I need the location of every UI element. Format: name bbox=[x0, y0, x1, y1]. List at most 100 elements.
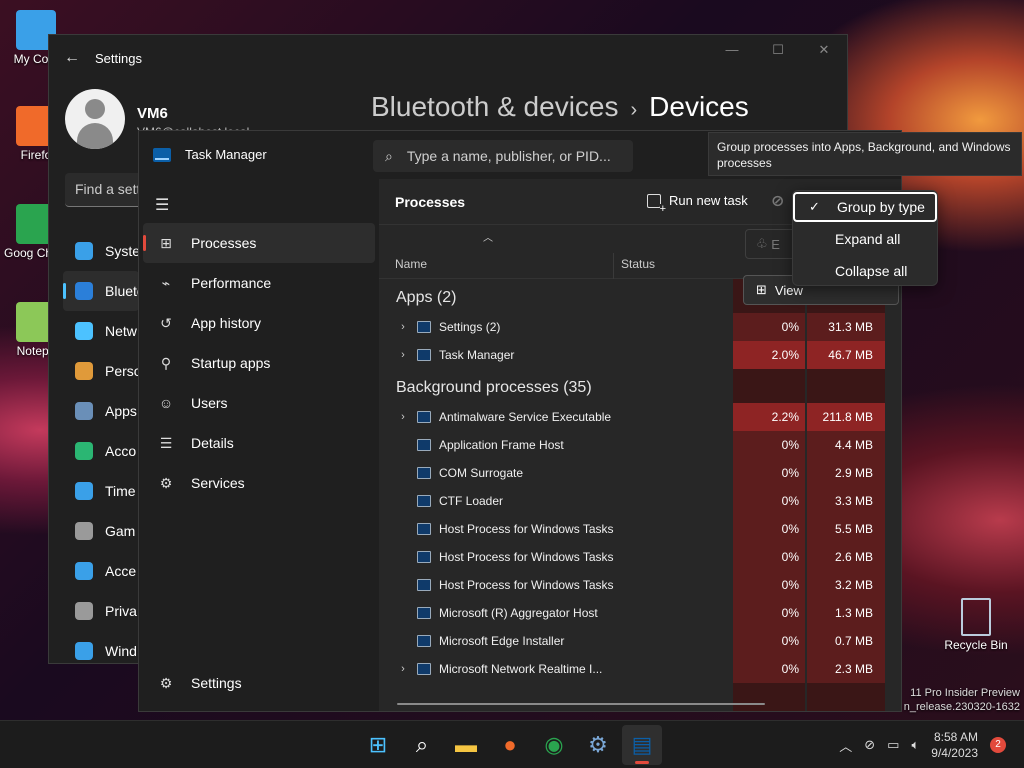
settings-icon: ⚙ bbox=[588, 732, 608, 757]
settings-nav-item[interactable]: Acce bbox=[63, 551, 139, 591]
chevron-right-icon[interactable]: › bbox=[393, 321, 413, 333]
taskbar-app[interactable]: ▤ bbox=[622, 725, 662, 765]
chevron-right-icon[interactable]: › bbox=[393, 411, 413, 423]
efficiency-label: E bbox=[771, 236, 780, 252]
tm-nav-label: Users bbox=[191, 395, 228, 411]
column-name[interactable]: Name bbox=[395, 257, 427, 271]
taskbar: ⊞ ⌕ ▬ ● ◉ ⚙ ▤ ︿ ⊘ ▭ 🔈︎ 8:58 AM 9/4/2023 2 bbox=[0, 720, 1024, 768]
run-new-task-button[interactable]: Run new task bbox=[647, 193, 748, 215]
menu-item-label: Expand all bbox=[835, 231, 901, 247]
table-row[interactable]: › Antimalware Service Executable 2.2% 211.8… bbox=[379, 403, 901, 431]
tooltip: Group processes into Apps, Background, a… bbox=[708, 132, 1022, 176]
process-search-input[interactable]: ⌕ Type a name, publisher, or PID... bbox=[373, 140, 633, 172]
process-icon bbox=[417, 349, 431, 361]
process-icon bbox=[417, 663, 431, 675]
settings-nav-item[interactable]: Gam bbox=[63, 511, 139, 551]
tm-nav-performance[interactable]: ⌁ Performance bbox=[143, 263, 375, 303]
settings-nav-item[interactable]: Wind bbox=[63, 631, 139, 671]
settings-nav-label: Priva bbox=[105, 603, 137, 619]
process-name: CTF Loader bbox=[439, 494, 504, 508]
column-status[interactable]: Status bbox=[621, 257, 655, 271]
tm-nav-processes[interactable]: ⊞ Processes bbox=[143, 223, 375, 263]
process-name: Task Manager bbox=[439, 348, 515, 362]
settings-nav-item[interactable]: Time bbox=[63, 471, 139, 511]
close-button[interactable]: ✕ bbox=[801, 35, 847, 65]
no-network-icon[interactable]: ⊘ bbox=[864, 737, 875, 753]
maximize-button[interactable]: ☐ bbox=[755, 35, 801, 65]
notification-badge[interactable]: 2 bbox=[990, 737, 1006, 753]
tm-nav-users[interactable]: ☺ Users bbox=[143, 383, 375, 423]
clock[interactable]: 8:58 AM 9/4/2023 bbox=[931, 729, 978, 761]
table-row[interactable]: ›Microsoft (R) Aggregator Host0%1.3 MB bbox=[379, 599, 901, 627]
menu-item-expand-all[interactable]: Expand all bbox=[793, 223, 937, 255]
checkmark-icon: ✓ bbox=[809, 199, 820, 214]
volume-icon[interactable]: 🔈︎ bbox=[911, 737, 919, 753]
settings-nav-item[interactable]: Priva bbox=[63, 591, 139, 631]
settings-nav-item[interactable]: Syste bbox=[63, 231, 139, 271]
clock-icon bbox=[75, 482, 93, 500]
search-placeholder: Type a name, publisher, or PID... bbox=[406, 148, 611, 164]
task-manager-icon bbox=[153, 147, 171, 162]
table-row[interactable]: ›Application Frame Host0%4.4 MB bbox=[379, 431, 901, 459]
memory-value: 1.3 MB bbox=[807, 599, 885, 627]
taskbar-app[interactable]: ● bbox=[490, 725, 530, 765]
accessibility-icon bbox=[75, 562, 93, 580]
process-name: Host Process for Windows Tasks bbox=[439, 522, 614, 536]
task-manager-settings[interactable]: ⚙ Settings bbox=[143, 665, 375, 701]
end-task-icon[interactable]: ⊘ bbox=[771, 191, 784, 211]
table-row[interactable]: ›CTF Loader0%3.3 MB bbox=[379, 487, 901, 515]
horizontal-scrollbar[interactable] bbox=[397, 703, 765, 705]
settings-nav-item[interactable]: Blueto bbox=[63, 271, 139, 311]
tm-nav-app-history[interactable]: ↺ App history bbox=[143, 303, 375, 343]
table-row[interactable]: ›Microsoft Edge Installer0%0.7 MB bbox=[379, 627, 901, 655]
taskbar-app[interactable]: ▬ bbox=[446, 725, 486, 765]
table-row[interactable]: › Task Manager 2.0% 46.7 MB bbox=[379, 341, 901, 369]
display-icon[interactable]: ▭ bbox=[887, 737, 899, 753]
recycle-bin-icon[interactable]: Recycle Bin bbox=[944, 598, 1008, 652]
settings-nav-label: Acco bbox=[105, 443, 137, 459]
tm-nav-startup-apps[interactable]: ⚲ Startup apps bbox=[143, 343, 375, 383]
tm-nav-label: Details bbox=[191, 435, 234, 451]
settings-nav-item[interactable]: Perso bbox=[63, 351, 139, 391]
account-icon bbox=[75, 442, 93, 460]
settings-nav-item[interactable]: Apps bbox=[63, 391, 139, 431]
minimize-button[interactable]: — bbox=[709, 35, 755, 65]
settings-nav-label: Wind bbox=[105, 643, 137, 659]
table-row[interactable]: › Settings (2) 0% 31.3 MB bbox=[379, 313, 901, 341]
cpu-value: 0% bbox=[733, 655, 805, 683]
menu-item-group-by-type[interactable]: ✓ Group by type bbox=[793, 192, 937, 222]
tm-nav-details[interactable]: ☰ Details bbox=[143, 423, 375, 463]
taskbar-app[interactable]: ◉ bbox=[534, 725, 574, 765]
chevron-up-icon[interactable]: ︿ bbox=[839, 736, 852, 755]
task-manager-nav: ⊞ Processes ⌁ Performance ↺ App history ⚲ Start… bbox=[143, 223, 375, 503]
settings-nav-item[interactable]: Netw bbox=[63, 311, 139, 351]
startup-icon: ⚲ bbox=[160, 354, 172, 371]
table-row[interactable]: ›Host Process for Windows Tasks0%2.6 MB bbox=[379, 543, 901, 571]
firefox-icon: ● bbox=[503, 732, 517, 757]
avatar[interactable] bbox=[65, 89, 125, 149]
process-icon bbox=[417, 495, 431, 507]
chevron-right-icon[interactable]: › bbox=[393, 349, 413, 361]
gamepad-icon bbox=[75, 522, 93, 540]
breadcrumb-parent[interactable]: Bluetooth & devices bbox=[371, 91, 619, 122]
menu-item-collapse-all[interactable]: Collapse all bbox=[793, 255, 937, 287]
table-row[interactable]: ›Host Process for Windows Tasks0%3.2 MB bbox=[379, 571, 901, 599]
sort-arrow-icon: ︿ bbox=[483, 233, 493, 244]
chevron-right-icon[interactable]: › bbox=[393, 663, 413, 675]
efficiency-mode-button[interactable]: ♧ E bbox=[745, 229, 797, 259]
taskbar-app[interactable]: ⌕ bbox=[402, 725, 442, 765]
hamburger-menu-icon[interactable]: ☰ bbox=[155, 195, 169, 215]
process-name: Microsoft Edge Installer bbox=[439, 634, 565, 648]
table-row[interactable]: › Microsoft Network Realtime I... 0% 2.3 MB bbox=[379, 655, 901, 683]
group-header[interactable]: Background processes (35) bbox=[379, 373, 901, 403]
settings-nav-label: Time bbox=[105, 483, 136, 499]
taskbar-app[interactable]: ⚙ bbox=[578, 725, 618, 765]
process-icon bbox=[417, 551, 431, 563]
back-arrow-icon[interactable]: ← bbox=[49, 49, 95, 67]
settings-nav-item[interactable]: Acco bbox=[63, 431, 139, 471]
tm-nav-services[interactable]: ⚙ Services bbox=[143, 463, 375, 503]
table-row[interactable]: ›COM Surrogate0%2.9 MB bbox=[379, 459, 901, 487]
taskbar-app[interactable]: ⊞ bbox=[358, 725, 398, 765]
table-row[interactable]: ›Host Process for Windows Tasks0%5.5 MB bbox=[379, 515, 901, 543]
cpu-value: 0% bbox=[733, 599, 805, 627]
